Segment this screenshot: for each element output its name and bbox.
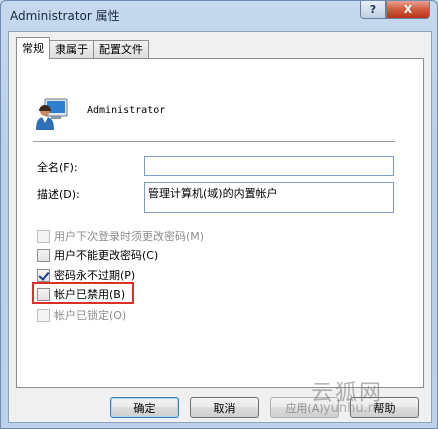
tab-strip: 常规 隶属于 配置文件 [16, 37, 149, 59]
user-icon [36, 98, 68, 130]
account-locked-checkbox [37, 308, 50, 322]
account-locked-label: 帐户已锁定(O) [54, 309, 127, 322]
cannot-change-password-checkbox[interactable] [37, 248, 50, 262]
description-field[interactable]: 管理计算机(域)的内置帐户 [144, 182, 394, 213]
password-never-expires-option[interactable]: 密码永不过期(P) [37, 267, 135, 283]
general-tab-panel: Administrator 全名(F): 描述(D): 管理计算机(域)的内置帐… [16, 58, 424, 388]
tab-general[interactable]: 常规 [16, 37, 50, 59]
cannot-change-password-label: 用户不能更改密码(C) [54, 249, 159, 262]
must-change-password-checkbox [37, 229, 50, 243]
highlight-box [32, 282, 134, 304]
password-never-expires-checkbox[interactable] [37, 268, 50, 282]
username-label: Administrator [87, 105, 166, 116]
tab-member-of[interactable]: 隶属于 [49, 40, 94, 59]
ok-button[interactable]: 确定 [110, 397, 179, 418]
title-bar[interactable]: Administrator 属性 ? X [1, 1, 437, 31]
help-button[interactable]: 帮助 [350, 397, 419, 418]
close-icon[interactable]: X [386, 1, 430, 19]
apply-button: 应用(A) [270, 397, 339, 418]
must-change-password-option: 用户下次登录时须更改密码(M) [37, 228, 204, 244]
cancel-button[interactable]: 取消 [190, 397, 259, 418]
fullname-label: 全名(F): [37, 161, 78, 174]
cannot-change-password-option[interactable]: 用户不能更改密码(C) [37, 247, 158, 263]
description-label: 描述(D): [37, 188, 80, 201]
must-change-password-label: 用户下次登录时须更改密码(M) [54, 230, 205, 243]
window-title: Administrator 属性 [10, 9, 120, 23]
password-never-expires-label: 密码永不过期(P) [54, 269, 136, 282]
separator [33, 141, 395, 143]
account-locked-option: 帐户已锁定(O) [37, 307, 126, 323]
help-icon[interactable]: ? [360, 1, 386, 19]
dialog-client-area: 常规 隶属于 配置文件 Administrator 全名(F): 描述(D): … [8, 31, 432, 423]
tab-profile[interactable]: 配置文件 [93, 40, 149, 59]
fullname-field[interactable] [144, 156, 394, 176]
properties-dialog: Administrator 属性 ? X 常规 隶属于 配置文件 Adminis… [0, 0, 438, 429]
